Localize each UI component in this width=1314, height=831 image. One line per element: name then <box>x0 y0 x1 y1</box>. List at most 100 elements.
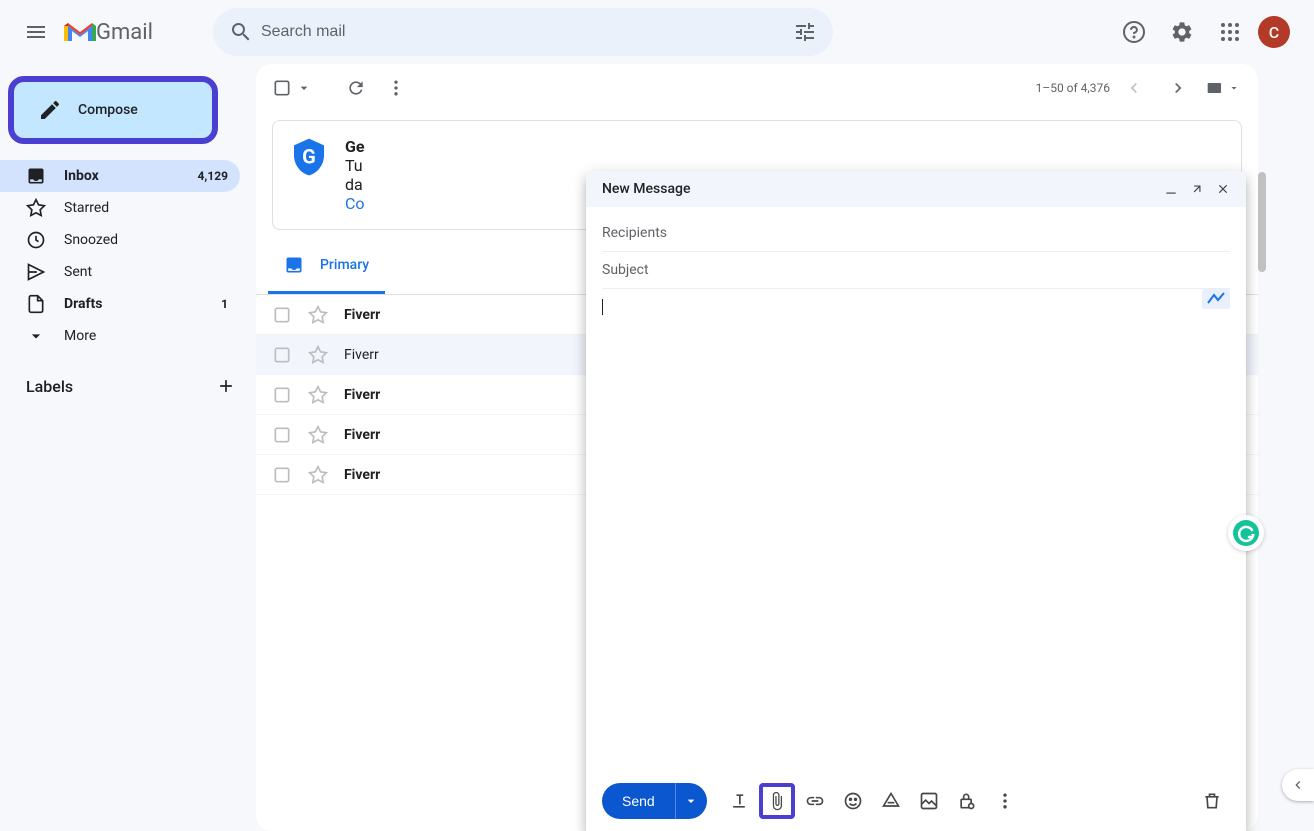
row-checkbox[interactable] <box>272 385 292 405</box>
compose-dialog: New Message Recipients Subject Send <box>586 171 1246 831</box>
image-button[interactable] <box>911 783 947 819</box>
inbox-icon <box>284 255 304 275</box>
send-button[interactable]: Send <box>602 783 675 819</box>
inbox-icon <box>26 166 46 186</box>
labels-header: Labels <box>0 376 256 396</box>
subject-field[interactable]: Subject <box>602 252 1230 289</box>
grammarly-icon <box>1232 519 1260 547</box>
nav-inbox[interactable]: Inbox 4,129 <box>0 160 240 192</box>
older-button[interactable] <box>1158 68 1198 108</box>
help-icon <box>1122 20 1146 44</box>
settings-button[interactable] <box>1162 12 1202 52</box>
grammarly-badge[interactable] <box>1228 515 1264 551</box>
sidebar: Compose Inbox 4,129 Starred Snoozed Sent… <box>0 64 256 831</box>
link-button[interactable] <box>797 783 833 819</box>
emoji-button[interactable] <box>835 783 871 819</box>
promo-link[interactable]: Co <box>345 194 365 213</box>
apps-grid-icon <box>1218 20 1242 44</box>
row-checkbox[interactable] <box>272 425 292 445</box>
drive-button[interactable] <box>873 783 909 819</box>
message-body[interactable] <box>602 289 1230 763</box>
formatting-button[interactable] <box>721 783 757 819</box>
row-star[interactable] <box>308 385 328 405</box>
pencil-icon <box>38 98 62 122</box>
svg-text:G: G <box>302 145 316 169</box>
minimize-icon <box>1164 182 1178 196</box>
apps-button[interactable] <box>1210 12 1250 52</box>
row-star[interactable] <box>308 465 328 485</box>
more-options-button[interactable] <box>987 783 1023 819</box>
row-checkbox[interactable] <box>272 305 292 325</box>
nav-snoozed[interactable]: Snoozed <box>0 224 240 256</box>
gear-icon <box>1170 20 1194 44</box>
close-button[interactable] <box>1216 182 1230 196</box>
refresh-button[interactable] <box>336 68 376 108</box>
support-button[interactable] <box>1114 12 1154 52</box>
row-star[interactable] <box>308 425 328 445</box>
tab-primary[interactable]: Primary <box>268 238 385 294</box>
link-icon <box>805 791 825 811</box>
compose-button[interactable]: Compose <box>8 76 218 144</box>
nav-label: Snoozed <box>64 232 228 248</box>
hamburger-icon <box>24 20 48 44</box>
nav-starred[interactable]: Starred <box>0 192 240 224</box>
refresh-icon <box>346 78 366 98</box>
row-star[interactable] <box>308 345 328 365</box>
sender: Fiverr <box>344 387 544 403</box>
select-all[interactable] <box>272 78 312 98</box>
input-tools-button[interactable] <box>1202 68 1242 108</box>
row-checkbox[interactable] <box>272 465 292 485</box>
nav-count: 1 <box>221 297 228 311</box>
trash-icon <box>1202 791 1222 811</box>
sender: Fiverr <box>344 467 544 483</box>
row-star[interactable] <box>308 305 328 325</box>
file-icon <box>26 294 46 314</box>
side-panel-toggle[interactable] <box>1282 769 1314 801</box>
scrollbar[interactable] <box>1258 172 1266 272</box>
more-vert-icon <box>995 791 1015 811</box>
dialog-header[interactable]: New Message <box>586 171 1246 207</box>
text-cursor <box>602 299 603 315</box>
attach-button[interactable] <box>759 783 795 819</box>
add-label-button[interactable] <box>216 376 236 396</box>
dropdown-arrow-icon <box>683 793 699 809</box>
minimize-button[interactable] <box>1164 182 1178 196</box>
more-button[interactable] <box>376 68 416 108</box>
gmail-logo[interactable]: Gmail <box>64 20 153 45</box>
search-options-button[interactable] <box>785 12 825 52</box>
tab-label: Primary <box>320 257 369 273</box>
emoji-icon <box>843 791 863 811</box>
clock-icon <box>26 230 46 250</box>
tune-icon <box>793 20 817 44</box>
newer-button[interactable] <box>1114 68 1154 108</box>
chevron-down-icon <box>26 326 46 346</box>
nav-more[interactable]: More <box>0 320 240 352</box>
nav-sent[interactable]: Sent <box>0 256 240 288</box>
send-options-button[interactable] <box>675 783 707 819</box>
chevron-right-icon <box>1168 78 1188 98</box>
send-icon <box>26 262 46 282</box>
dialog-title: New Message <box>602 181 690 197</box>
chevron-left-icon <box>1290 777 1306 793</box>
chevron-left-icon <box>1124 78 1144 98</box>
checkbox-icon <box>272 78 292 98</box>
row-checkbox[interactable] <box>272 345 292 365</box>
main-menu-button[interactable] <box>12 8 60 56</box>
sender: Fiverr <box>344 347 544 363</box>
app-name: Gmail <box>96 20 153 45</box>
fullscreen-button[interactable] <box>1190 182 1204 196</box>
nav-drafts[interactable]: Drafts 1 <box>0 288 240 320</box>
search-input[interactable] <box>261 23 785 41</box>
toolbar: 1–50 of 4,376 <box>256 64 1258 112</box>
dropdown-arrow-icon <box>1228 82 1240 94</box>
recipients-field[interactable]: Recipients <box>602 215 1230 252</box>
shield-icon: G <box>289 137 329 177</box>
drive-icon <box>881 791 901 811</box>
search-button[interactable] <box>221 12 261 52</box>
confidential-button[interactable] <box>949 783 985 819</box>
discard-button[interactable] <box>1194 783 1230 819</box>
addon-badge[interactable] <box>1202 289 1230 309</box>
addon-icon <box>1202 289 1230 309</box>
sender: Fiverr <box>344 427 544 443</box>
account-avatar[interactable]: C <box>1258 16 1290 48</box>
